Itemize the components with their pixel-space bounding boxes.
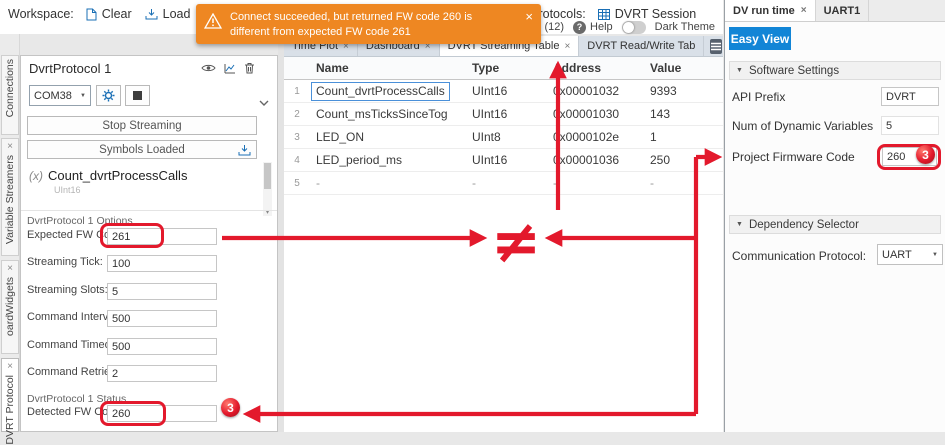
project-firmware-code-input[interactable]	[882, 147, 937, 166]
sidebar-tab-board-widgets[interactable]: × oardWidgets	[1, 260, 19, 354]
toolbar-row-2: s (12) ? Help Dark Theme	[536, 20, 723, 34]
variable-list-scrollbar[interactable]: ▾	[263, 162, 272, 216]
stop-streaming-button[interactable]: Stop Streaming	[27, 116, 257, 135]
easy-view-button[interactable]: Easy View	[729, 27, 791, 50]
close-icon[interactable]: ×	[7, 142, 13, 152]
trash-icon[interactable]	[244, 62, 255, 74]
notification-banner: Connect succeeded, but returned FW code …	[196, 4, 541, 44]
gear-icon	[102, 89, 115, 102]
symbols-loaded-button[interactable]: Symbols Loaded	[27, 140, 257, 159]
status-section-title: DvrtProtocol 1 Status	[27, 393, 126, 405]
notification-message: Connect succeeded, but returned FW code …	[230, 10, 502, 40]
num-dynamic-variables-label: Num of Dynamic Variables	[732, 119, 873, 133]
stop-button[interactable]	[125, 85, 150, 106]
project-firmware-code-label: Project Firmware Code	[732, 150, 855, 164]
sidebar-tab-dvrt-protocol[interactable]: × DVRT Protocol	[1, 358, 19, 432]
table-row: 4 LED_period_ms UInt16 0x00001036 250	[284, 149, 723, 172]
load-icon	[145, 8, 158, 20]
software-settings-header[interactable]: ▼ Software Settings	[729, 61, 941, 80]
sidebar-tab-variable-streamers[interactable]: × Variable Streamers	[1, 138, 19, 256]
communication-protocol-select[interactable]: UART ▼	[877, 244, 943, 265]
tab-uart1[interactable]: UART1	[816, 0, 870, 21]
command-interval-input[interactable]	[107, 310, 217, 327]
table-row: 2 Count_msTicksSinceTog UInt16 0x0000103…	[284, 103, 723, 126]
command-retries-input[interactable]	[107, 365, 217, 382]
stop-icon	[133, 91, 142, 100]
settings-gear-button[interactable]	[96, 85, 121, 106]
dark-theme-toggle[interactable]	[622, 21, 646, 34]
variable-name: Count_dvrtProcessCalls	[48, 168, 187, 183]
com-port-select[interactable]: COM38 ▼	[29, 85, 91, 106]
visibility-eye-icon[interactable]	[201, 63, 216, 73]
scrollbar-thumb[interactable]	[264, 163, 271, 189]
command-retries-label: Command Retries:	[27, 366, 119, 378]
communication-protocol-label: Communication Protocol:	[732, 249, 866, 263]
table-row: 1 Count_dvrtProcessCalls UInt16 0x000010…	[284, 80, 723, 103]
clear-button[interactable]: Clear	[86, 7, 132, 21]
close-icon[interactable]: ×	[525, 10, 533, 23]
tab-dv-run-time[interactable]: DV run time ×	[725, 0, 816, 21]
workspace-label: Workspace:	[8, 7, 74, 21]
column-address[interactable]: Address	[547, 61, 644, 75]
close-icon[interactable]: ×	[7, 264, 13, 274]
center-panel: Time Plot × Dashboard × DVRT Streaming T…	[284, 36, 723, 432]
warning-icon	[204, 13, 222, 29]
right-panel: DV run time × UART1 Easy View ▼ Software…	[724, 0, 945, 432]
panel-title: DvrtProtocol 1	[29, 61, 111, 76]
variable-type: UInt16	[54, 185, 81, 195]
divider	[21, 210, 277, 211]
dark-theme-label: Dark Theme	[655, 21, 715, 33]
variable-list-item[interactable]: (x) Count_dvrtProcessCalls	[29, 168, 187, 183]
table-row: 5 - - - -	[284, 172, 723, 195]
sidebar-tab-connections[interactable]: Connections	[1, 55, 19, 135]
left-tab-strip: Connections × Variable Streamers × oardW…	[0, 34, 20, 432]
document-icon	[86, 8, 97, 21]
command-timeout-input[interactable]	[107, 338, 217, 355]
close-icon[interactable]: ×	[564, 41, 570, 52]
column-value[interactable]: Value	[644, 61, 723, 75]
close-icon[interactable]: ×	[7, 362, 13, 372]
import-symbols-icon	[238, 144, 251, 156]
right-tab-bar: DV run time × UART1	[725, 0, 945, 22]
column-name[interactable]: Name	[310, 61, 466, 75]
dvrt-protocol-panel: DvrtProtocol 1 COM38 ▼ Stop Streaming Sy…	[20, 55, 278, 432]
dependency-selector-header[interactable]: ▼ Dependency Selector	[729, 215, 941, 234]
help-icon: ?	[573, 21, 586, 34]
streaming-tick-input[interactable]	[107, 255, 217, 272]
api-prefix-input[interactable]	[881, 87, 939, 106]
streaming-table: Name Type Address Value 1 Count_dvrtProc…	[284, 57, 723, 195]
chevron-down-icon: ▼	[932, 252, 938, 258]
expected-fw-code-input[interactable]	[107, 228, 217, 245]
detected-fw-code-input[interactable]	[107, 405, 217, 422]
help-button[interactable]: ? Help	[573, 21, 613, 34]
streaming-slots-input[interactable]	[107, 283, 217, 300]
plot-icon[interactable]	[224, 63, 236, 74]
options-section-title: DvrtProtocol 1 Options	[27, 215, 133, 227]
dvrt-session-button[interactable]: DVRT Session	[598, 7, 697, 21]
api-prefix-label: API Prefix	[732, 90, 785, 104]
table-row: 3 LED_ON UInt8 0x0000102e 1	[284, 126, 723, 149]
streaming-slots-label: Streaming Slots:	[27, 284, 108, 296]
column-type[interactable]: Type	[466, 61, 547, 75]
streaming-tick-label: Streaming Tick:	[27, 256, 103, 268]
collapse-triangle-icon: ▼	[736, 221, 743, 228]
collapse-triangle-icon: ▼	[736, 67, 743, 74]
close-icon[interactable]: ×	[801, 5, 807, 16]
menu-icon	[710, 42, 722, 51]
chevron-down-icon: ▼	[80, 93, 86, 99]
toggle-knob	[623, 22, 634, 33]
tab-menu-button[interactable]	[710, 39, 722, 54]
tab-dvrt-read-write[interactable]: DVRT Read/Write Tab	[579, 36, 704, 56]
load-button[interactable]: Load	[145, 7, 191, 21]
command-interval-label: Command Interval:	[27, 311, 120, 323]
selected-cell[interactable]: Count_dvrtProcessCalls	[311, 82, 450, 101]
session-grid-icon	[598, 9, 610, 20]
chevron-down-icon[interactable]	[259, 100, 269, 106]
num-dynamic-variables-input[interactable]	[881, 116, 939, 135]
table-header-row: Name Type Address Value	[284, 57, 723, 80]
variable-prefix: (x)	[29, 169, 43, 183]
